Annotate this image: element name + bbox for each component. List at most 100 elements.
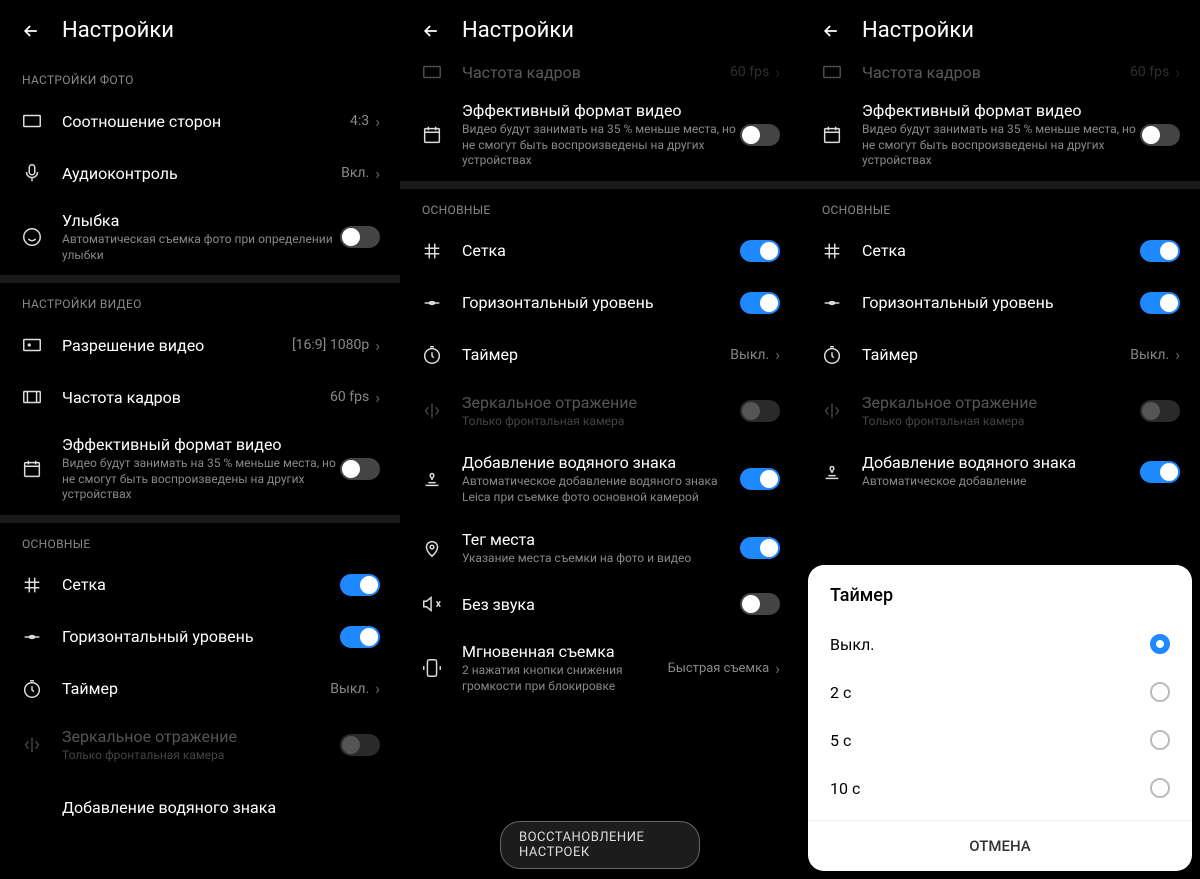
section-main: ОСНОВНЫЕ xyxy=(800,189,1200,225)
row-quickshot[interactable]: Мгновенная съемка 2 нажатия кнопки сниже… xyxy=(400,630,800,706)
location-icon xyxy=(420,536,444,560)
row-label: Горизонтальный уровень xyxy=(62,627,340,646)
level-icon xyxy=(420,291,444,315)
settings-panel-2: Настройки Частота кадров 60 fps › Эффект… xyxy=(400,0,800,879)
row-label: Улыбка xyxy=(62,211,340,230)
row-aspect-ratio[interactable]: Соотношение сторон 4:3 › xyxy=(0,95,400,147)
row-label: Частота кадров xyxy=(862,63,1130,82)
back-icon[interactable] xyxy=(820,20,842,42)
row-mute[interactable]: Без звука xyxy=(400,578,800,630)
row-fps[interactable]: Частота кадров 60 fps › xyxy=(0,371,400,423)
row-value: 60 fps xyxy=(330,389,369,405)
row-label: Частота кадров xyxy=(462,63,730,82)
row-sub: Только фронтальная камера xyxy=(62,748,340,764)
page-title: Настройки xyxy=(862,18,974,43)
radio[interactable] xyxy=(1150,778,1170,798)
row-level[interactable]: Горизонтальный уровень xyxy=(0,611,400,663)
mirror-icon xyxy=(20,733,44,757)
fps-icon xyxy=(20,385,44,409)
level-icon xyxy=(20,625,44,649)
row-timer[interactable]: Таймер Выкл. › xyxy=(800,329,1200,381)
chevron-right-icon: › xyxy=(375,388,380,407)
toggle[interactable] xyxy=(740,537,780,559)
smile-icon xyxy=(20,225,44,249)
row-label: Добавление водяного знака xyxy=(862,453,1140,472)
row-label: Без звука xyxy=(462,595,740,614)
row-sub: Указание места съемки на фото и видео xyxy=(462,551,740,567)
toggle[interactable] xyxy=(740,292,780,314)
reset-button[interactable]: ВОССТАНОВЛЕНИЕ НАСТРОЕК xyxy=(500,821,700,869)
row-video-res[interactable]: Разрешение видео [16:9] 1080p › xyxy=(0,319,400,371)
timer-icon xyxy=(420,343,444,367)
toggle xyxy=(740,400,780,422)
row-value: Выкл. xyxy=(330,681,369,697)
divider xyxy=(800,181,1200,189)
row-label: Таймер xyxy=(462,345,730,364)
section-video: НАСТРОЙКИ ВИДЕО xyxy=(0,283,400,319)
toggle[interactable] xyxy=(1140,292,1180,314)
row-label: Зеркальное отражение xyxy=(462,393,740,412)
cancel-button[interactable]: ОТМЕНА xyxy=(808,820,1192,861)
stamp-icon xyxy=(420,467,444,491)
row-label: Эффективный формат видео xyxy=(862,101,1140,120)
row-audio-control[interactable]: Аудиоконтроль Вкл. › xyxy=(0,147,400,199)
row-efficient-video[interactable]: Эффективный формат видео Видео будут зан… xyxy=(400,89,800,181)
row-smile[interactable]: Улыбка Автоматическая съемка фото при оп… xyxy=(0,199,400,275)
back-icon[interactable] xyxy=(20,20,42,42)
timer-sheet: Таймер Выкл. 2 с 5 с 10 с ОТМЕНА xyxy=(808,565,1192,871)
row-watermark[interactable]: Добавление водяного знака Автоматическое… xyxy=(400,441,800,517)
row-grid[interactable]: Сетка xyxy=(800,225,1200,277)
toggle[interactable] xyxy=(340,574,380,596)
header: Настройки xyxy=(400,0,800,59)
toggle[interactable] xyxy=(740,240,780,262)
header: Настройки xyxy=(0,0,400,59)
toggle[interactable] xyxy=(1140,240,1180,262)
toggle[interactable] xyxy=(740,593,780,615)
timer-option-off[interactable]: Выкл. xyxy=(808,620,1192,668)
row-geotag[interactable]: Тег места Указание места съемки на фото … xyxy=(400,518,800,579)
radio-selected[interactable] xyxy=(1150,634,1170,654)
toggle[interactable] xyxy=(340,226,380,248)
toggle[interactable] xyxy=(340,458,380,480)
timer-option-5s[interactable]: 5 с xyxy=(808,716,1192,764)
timer-option-10s[interactable]: 10 с xyxy=(808,764,1192,812)
toggle[interactable] xyxy=(340,626,380,648)
row-efficient-video[interactable]: Эффективный формат видео Видео будут зан… xyxy=(0,423,400,515)
radio[interactable] xyxy=(1150,682,1170,702)
row-grid[interactable]: Сетка xyxy=(0,559,400,611)
settings-panel-1: Настройки НАСТРОЙКИ ФОТО Соотношение сто… xyxy=(0,0,400,879)
radio[interactable] xyxy=(1150,730,1170,750)
row-fps-cut[interactable]: Частота кадров 60 fps › xyxy=(800,59,1200,89)
row-level[interactable]: Горизонтальный уровень xyxy=(400,277,800,329)
timer-icon xyxy=(20,677,44,701)
row-efficient-video[interactable]: Эффективный формат видео Видео будут зан… xyxy=(800,89,1200,181)
row-sub: Автоматическая съемка фото при определен… xyxy=(62,232,340,263)
chevron-right-icon: › xyxy=(1175,345,1180,364)
row-sub: Видео будут занимать на 35 % меньше мест… xyxy=(62,456,340,503)
option-label: Выкл. xyxy=(830,635,875,654)
row-timer[interactable]: Таймер Выкл. › xyxy=(400,329,800,381)
row-sub: Только фронтальная камера xyxy=(862,414,1140,430)
toggle[interactable] xyxy=(740,124,780,146)
row-watermark[interactable]: Добавление водяного знака xyxy=(0,776,400,828)
timer-option-2s[interactable]: 2 с xyxy=(808,668,1192,716)
toggle[interactable] xyxy=(1140,461,1180,483)
grid-icon xyxy=(420,239,444,263)
row-sub: Автоматическое добавление xyxy=(862,474,1140,490)
row-timer[interactable]: Таймер Выкл. › xyxy=(0,663,400,715)
back-icon[interactable] xyxy=(420,20,442,42)
chevron-right-icon: › xyxy=(375,164,380,183)
row-label: Сетка xyxy=(462,241,740,260)
toggle[interactable] xyxy=(740,468,780,490)
section-main: ОСНОВНЫЕ xyxy=(400,189,800,225)
row-grid[interactable]: Сетка xyxy=(400,225,800,277)
row-fps-cut[interactable]: Частота кадров 60 fps › xyxy=(400,59,800,89)
row-value: 60 fps xyxy=(730,64,769,80)
toggle[interactable] xyxy=(1140,124,1180,146)
row-level[interactable]: Горизонтальный уровень xyxy=(800,277,1200,329)
row-label: Таймер xyxy=(862,345,1130,364)
row-value: 60 fps xyxy=(1130,64,1169,80)
divider xyxy=(0,515,400,523)
mic-icon xyxy=(20,161,44,185)
row-watermark[interactable]: Добавление водяного знака Автоматическое… xyxy=(800,441,1200,502)
